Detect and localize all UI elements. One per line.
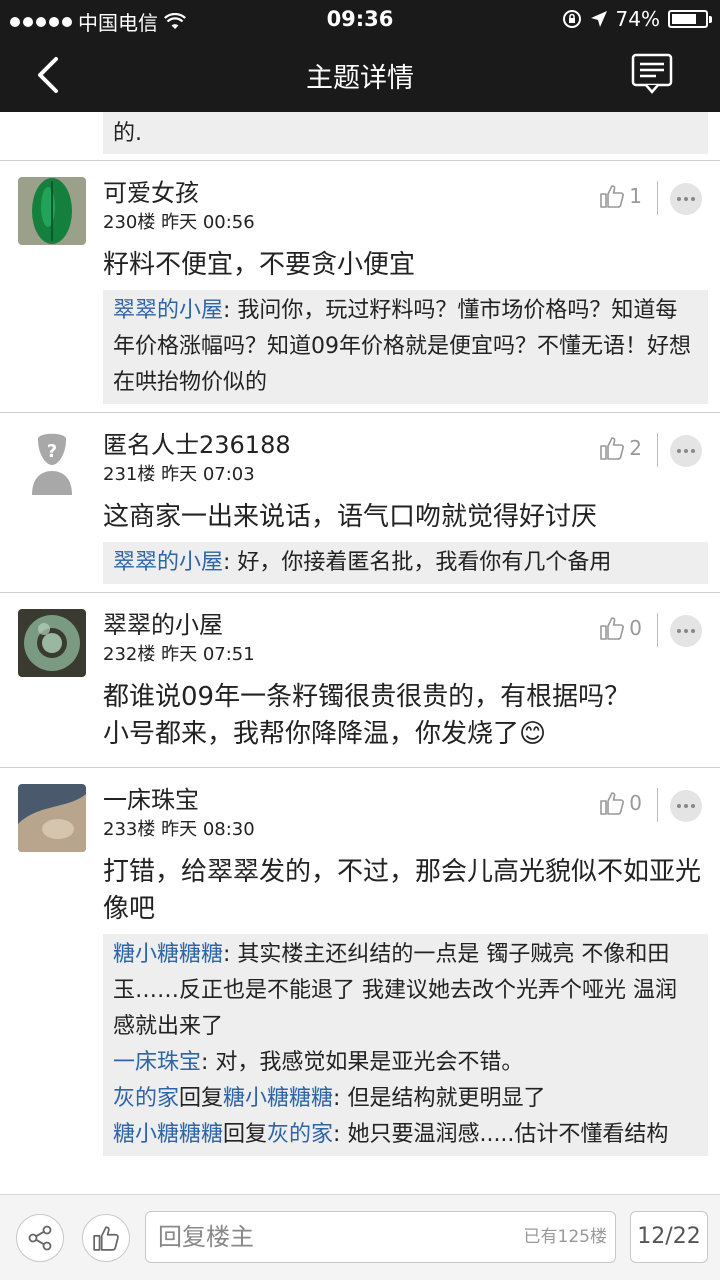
avatar[interactable] xyxy=(18,784,86,852)
page-title: 主题详情 xyxy=(306,63,414,94)
like-button[interactable]: 1 xyxy=(599,183,642,209)
reply-text: : 她只要温润感.....估计不懂看结构 xyxy=(333,1122,669,1147)
separator xyxy=(657,433,658,467)
reply-author[interactable]: 翠翠的小屋 xyxy=(113,298,223,323)
post-time: 昨天 08:30 xyxy=(161,819,255,840)
floor-number: 231楼 xyxy=(103,464,156,485)
battery-percent: 74% xyxy=(615,7,660,31)
reply-author[interactable]: 翠翠的小屋 xyxy=(113,550,223,575)
post-time: 昨天 07:03 xyxy=(161,464,255,485)
message-menu-icon xyxy=(631,53,673,94)
reply-block: 翠翠的小屋: 好，你接着匿名批，我看你有几个备用 xyxy=(103,542,708,584)
post-230: 可爱女孩 230楼 昨天 00:56 1 籽料不便宜，不要贪小便宜 翠翠的小屋:… xyxy=(0,161,720,413)
post-body: 籽料不便宜，不要贪小便宜 xyxy=(103,250,416,280)
reply-text: : 但是结构就更明显了 xyxy=(333,1086,546,1111)
post-meta: 231楼 昨天 07:03 xyxy=(103,461,720,489)
reply-target[interactable]: 糖小糖糖糖 xyxy=(223,1086,333,1111)
page-indicator-button[interactable]: 12/22 xyxy=(630,1211,708,1263)
post-body-line-2: 小号都来，我帮你降降温，你发烧了😊 xyxy=(103,716,702,753)
reply-item: 灰的家回复糖小糖糖糖: 但是结构就更明显了 xyxy=(113,1081,698,1117)
like-button[interactable]: 0 xyxy=(599,615,642,641)
reply-author[interactable]: 一床珠宝 xyxy=(113,1050,201,1075)
like-count: 2 xyxy=(629,436,642,460)
post-time: 昨天 07:51 xyxy=(161,644,255,665)
thumbs-up-icon xyxy=(600,185,625,208)
svg-text:?: ? xyxy=(47,441,57,462)
reply-block: 糖小糖糖糖: 其实楼主还纠结的一点是 镯子贼亮 不像和田玉……反正也是不能退了 … xyxy=(103,934,708,1156)
reply-item: 一床珠宝: 对，我感觉如果是亚光会不错。 xyxy=(113,1045,698,1081)
status-right: 74% xyxy=(562,7,712,31)
floor-number: 233楼 xyxy=(103,819,156,840)
reply-input[interactable]: 回复楼主 已有125楼 xyxy=(145,1211,616,1263)
separator xyxy=(657,181,658,215)
reply-item: 糖小糖糖糖: 其实楼主还纠结的一点是 镯子贼亮 不像和田玉……反正也是不能退了 … xyxy=(113,937,698,1045)
anonymous-avatar-icon: ? xyxy=(18,429,86,497)
reply-text: : 好，你接着匿名批，我看你有几个备用 xyxy=(223,550,612,575)
separator xyxy=(657,788,658,822)
reply-placeholder: 回复楼主 xyxy=(158,1223,254,1251)
like-count: 0 xyxy=(629,791,642,815)
battery-icon xyxy=(668,10,712,28)
quote-text: 的. xyxy=(113,121,142,146)
thread-content[interactable]: 的. 可爱女孩 230楼 昨天 00:56 1 籽料不便宜，不要贪小便宜 翠翠的… xyxy=(0,112,720,1194)
battery-fill xyxy=(672,14,696,24)
reply-target[interactable]: 灰的家 xyxy=(267,1122,333,1147)
more-options-button[interactable] xyxy=(670,790,702,822)
smile-emoji-icon: 😊 xyxy=(519,719,547,749)
post-body: 都谁说09年一条籽镯很贵很贵的，有根据吗？ 小号都来，我帮你降降温，你发烧了😊 xyxy=(103,679,702,753)
post-233: 一床珠宝 233楼 昨天 08:30 0 打错，给翠翠发的，不过，那会儿高光貌似… xyxy=(0,768,720,1164)
reply-block: 翠翠的小屋: 我问你，玩过籽料吗？懂市场价格吗？知道每年价格涨幅吗？知道09年价… xyxy=(103,290,708,404)
separator xyxy=(657,613,658,647)
post-231: ? 匿名人士236188 231楼 昨天 07:03 2 这商家一出来说话，语气… xyxy=(0,413,720,593)
post-body-text: 小号都来，我帮你降降温，你发烧了 xyxy=(103,719,520,749)
floor-number: 232楼 xyxy=(103,644,156,665)
previous-reply-quote: 的. xyxy=(103,112,708,154)
thumbs-up-icon xyxy=(600,437,625,460)
more-options-button[interactable] xyxy=(670,435,702,467)
like-count: 1 xyxy=(629,184,642,208)
more-options-button[interactable] xyxy=(670,615,702,647)
reply-verb: 回复 xyxy=(179,1086,224,1111)
message-menu-button[interactable] xyxy=(630,52,674,96)
reply-author[interactable]: 糖小糖糖糖 xyxy=(113,942,223,967)
post-body: 这商家一出来说话，语气口吻就觉得好讨厌 xyxy=(103,502,598,532)
thumbs-up-icon xyxy=(93,1226,119,1251)
like-count: 0 xyxy=(629,616,642,640)
more-options-button[interactable] xyxy=(670,183,702,215)
post-meta: 233楼 昨天 08:30 xyxy=(103,816,720,844)
nav-bar: 主题详情 xyxy=(0,38,720,112)
like-button[interactable]: 0 xyxy=(599,790,642,816)
like-button[interactable]: 2 xyxy=(599,435,642,461)
post-232: 翠翠的小屋 232楼 昨天 07:51 0 都谁说09年一条籽镯很贵很贵的，有根… xyxy=(0,593,720,768)
post-time: 昨天 00:56 xyxy=(161,212,255,233)
reply-item: 翠翠的小屋: 好，你接着匿名批，我看你有几个备用 xyxy=(113,545,698,581)
floor-count: 已有125楼 xyxy=(523,1227,607,1247)
reply-item: 糖小糖糖糖回复灰的家: 她只要温润感.....估计不懂看结构 xyxy=(113,1117,698,1153)
reply-text: : 对，我感觉如果是亚光会不错。 xyxy=(201,1050,524,1075)
reply-verb: 回复 xyxy=(223,1122,268,1147)
rotation-lock-icon xyxy=(562,10,581,28)
post-body-line: 都谁说09年一条籽镯很贵很贵的，有根据吗？ xyxy=(103,682,631,712)
post-meta: 230楼 昨天 00:56 xyxy=(103,209,720,237)
avatar[interactable] xyxy=(18,177,86,245)
share-button[interactable] xyxy=(16,1214,64,1262)
location-icon xyxy=(590,11,607,27)
share-icon xyxy=(28,1225,52,1251)
avatar[interactable] xyxy=(18,609,86,677)
thumbs-up-icon xyxy=(600,792,625,815)
reply-author[interactable]: 灰的家 xyxy=(113,1086,179,1111)
thumbs-up-icon xyxy=(600,617,625,640)
like-thread-button[interactable] xyxy=(82,1214,130,1262)
post-meta: 232楼 昨天 07:51 xyxy=(103,641,720,669)
floor-number: 230楼 xyxy=(103,212,156,233)
post-body: 打错，给翠翠发的，不过，那会儿高光貌似不如亚光像吧 xyxy=(103,857,702,924)
reply-author[interactable]: 糖小糖糖糖 xyxy=(113,1122,223,1147)
avatar[interactable]: ? xyxy=(18,429,86,497)
reply-item: 翠翠的小屋: 我问你，玩过籽料吗？懂市场价格吗？知道每年价格涨幅吗？知道09年价… xyxy=(113,293,698,401)
bottom-bar: 回复楼主 已有125楼 12/22 xyxy=(0,1194,720,1280)
status-bar: 中国电信 09:36 74% xyxy=(0,0,720,38)
